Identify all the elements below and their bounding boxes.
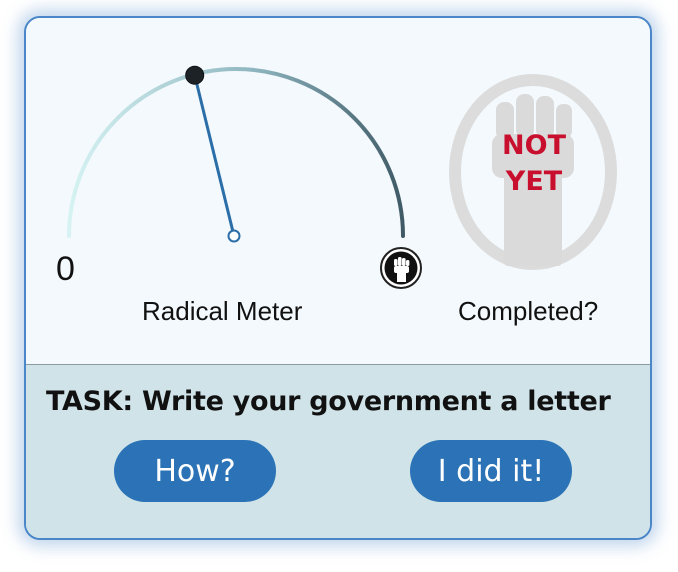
meter-needle (193, 74, 236, 237)
meter-min-label: 0 (56, 250, 75, 288)
meter-title: Radical Meter (142, 296, 303, 326)
how-button[interactable]: How? (114, 440, 276, 502)
meter-panel: 0 Radical Meter NOT YET Completed? (26, 18, 650, 364)
status-line-yet: YET (505, 166, 563, 197)
needle-tip-knob[interactable] (185, 65, 205, 85)
completion-status: NOT YET (472, 128, 596, 200)
completed-label: Completed? (458, 296, 599, 326)
radical-meter-card: 0 Radical Meter NOT YET Completed? TASK:… (24, 16, 652, 540)
i-did-it-button[interactable]: I did it! (410, 440, 572, 502)
needle-pivot (227, 229, 241, 243)
meter-arc (67, 67, 405, 238)
raised-fist-icon (380, 247, 422, 289)
task-text: TASK: Write your government a letter (46, 386, 611, 417)
status-line-not: NOT (502, 130, 566, 161)
